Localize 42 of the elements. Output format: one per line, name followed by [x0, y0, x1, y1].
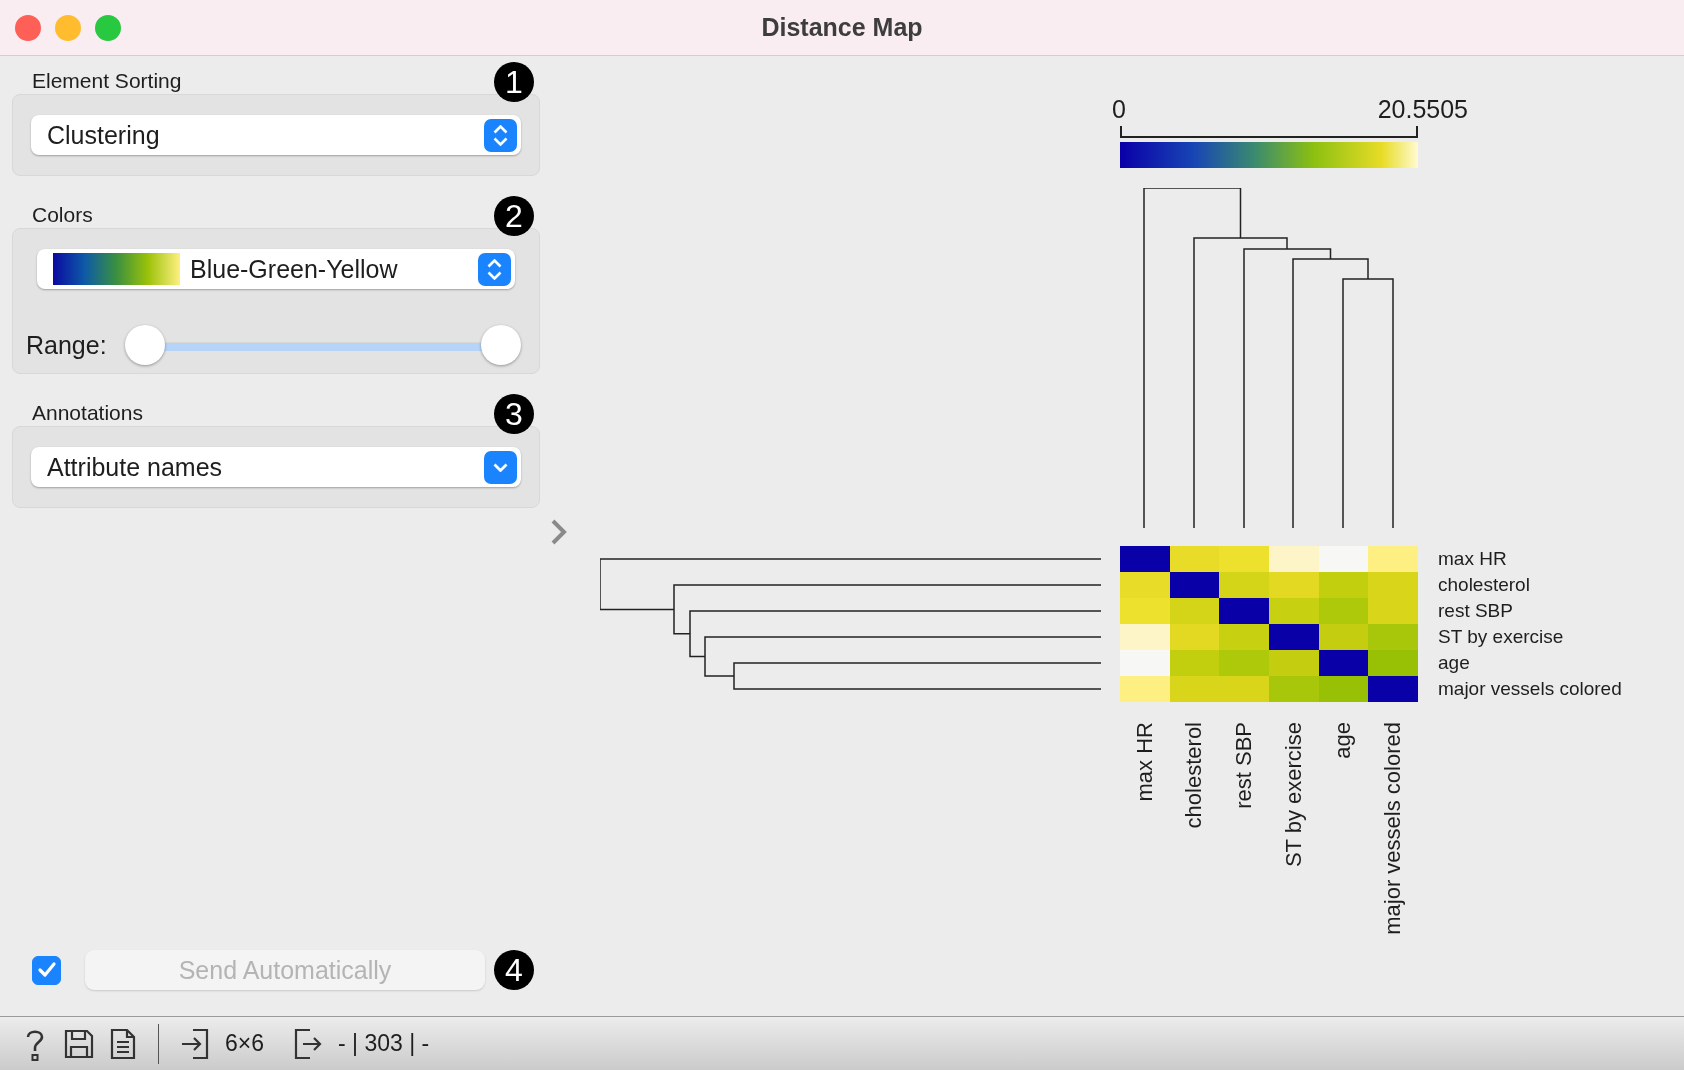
- zoom-button[interactable]: [95, 14, 121, 41]
- range-slider[interactable]: [124, 325, 521, 365]
- row-label: ST by exercise: [1438, 625, 1564, 649]
- up-down-chevron-icon: [487, 258, 502, 280]
- column-label: major vessels colored: [1380, 722, 1407, 935]
- column-label: cholesterol: [1181, 722, 1208, 829]
- up-down-chevron-icon: [493, 124, 508, 146]
- scale-min-label: 0: [1112, 94, 1126, 124]
- output-summary: - | 303 | -: [338, 1030, 430, 1057]
- combo-box[interactable]: Blue-Green-Yellow: [37, 249, 515, 289]
- input-icon: [181, 1027, 209, 1060]
- section-label: Element Sorting: [32, 68, 182, 94]
- row-label: cholesterol: [1438, 573, 1530, 597]
- close-button[interactable]: [15, 14, 41, 41]
- input-summary: 6×6: [225, 1030, 264, 1057]
- section-label: Annotations: [32, 400, 143, 426]
- row-label: age: [1438, 651, 1470, 675]
- number-badge: 1: [494, 62, 534, 102]
- slider-handle[interactable]: [481, 325, 521, 365]
- number-badge: 2: [494, 196, 534, 236]
- range-label: Range:: [26, 330, 107, 360]
- chevron-down-icon: [493, 462, 508, 472]
- column-label: max HR: [1131, 722, 1158, 802]
- section-label: Colors: [32, 202, 93, 228]
- save-icon[interactable]: [64, 1028, 94, 1059]
- slider-handle[interactable]: [124, 325, 165, 365]
- column-label: ST by exercise: [1280, 722, 1307, 868]
- window-title: Distance Map: [761, 13, 923, 41]
- column-label: rest SBP: [1231, 722, 1258, 809]
- combo-box[interactable]: Clustering: [31, 115, 521, 155]
- number-badge: 4: [494, 950, 534, 990]
- column-label: age: [1330, 722, 1357, 759]
- row-label: max HR: [1438, 547, 1507, 571]
- row-label: major vessels colored: [1438, 677, 1622, 701]
- minimize-button[interactable]: [55, 14, 81, 41]
- document-icon[interactable]: [110, 1027, 136, 1060]
- output-icon: [294, 1027, 322, 1060]
- scale-max-label: 20.5505: [1377, 94, 1468, 124]
- dropdown[interactable]: Attribute names: [31, 447, 521, 487]
- checkmark-icon: [36, 960, 57, 980]
- number-badge: 3: [494, 394, 534, 434]
- row-label: rest SBP: [1438, 599, 1513, 623]
